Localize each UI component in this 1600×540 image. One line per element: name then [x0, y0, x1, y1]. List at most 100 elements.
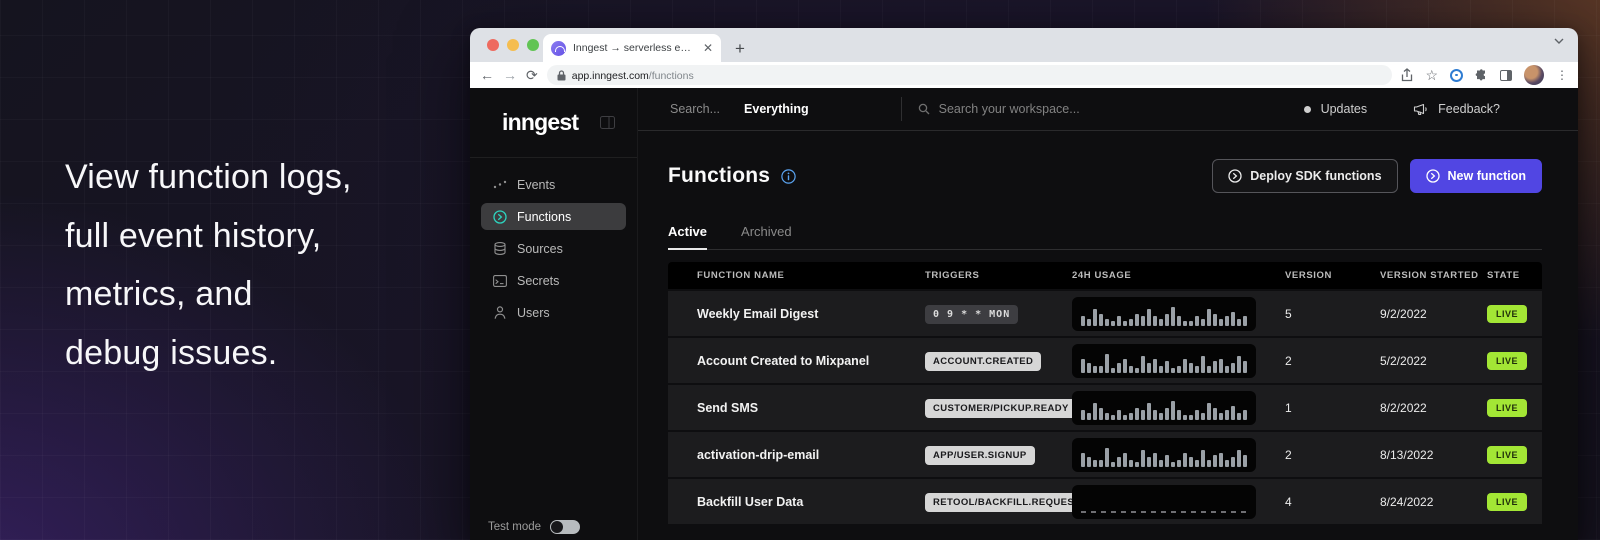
- browser-tab[interactable]: Inngest → serverless event-dri ✕: [543, 34, 721, 62]
- search-icon: [918, 103, 930, 115]
- feedback-link[interactable]: Feedback?: [1438, 102, 1500, 116]
- new-function-button[interactable]: New function: [1410, 159, 1542, 193]
- table-row[interactable]: Account Created to MixpanelACCOUNT.CREAT…: [668, 338, 1542, 383]
- lock-icon: [557, 70, 566, 81]
- close-window-button[interactable]: [487, 39, 499, 51]
- browser-tab-strip: Inngest → serverless event-dri ✕ +: [470, 28, 1578, 62]
- deploy-circle-icon: [1228, 169, 1242, 183]
- table-row[interactable]: Weekly Email Digest0 9 * * MON59/2/2022L…: [668, 291, 1542, 336]
- sidebar-item-users[interactable]: Users: [481, 299, 626, 326]
- topbar-divider: [901, 97, 902, 121]
- test-mode-toggle[interactable]: [550, 520, 580, 534]
- sidebar-item-functions[interactable]: Functions: [481, 203, 626, 230]
- usage-sparkline: [1072, 344, 1256, 378]
- function-name[interactable]: Send SMS: [697, 401, 925, 415]
- search-menu-label[interactable]: Search...: [670, 102, 720, 116]
- browser-menu-icon[interactable]: ⋮: [1556, 68, 1568, 82]
- sidebar-item-label: Sources: [517, 242, 563, 256]
- sidebar-item-label: Secrets: [517, 274, 559, 288]
- function-name[interactable]: Backfill User Data: [697, 495, 925, 509]
- usage-sparkline: [1072, 485, 1256, 519]
- url-box[interactable]: app.inngest.com/functions: [547, 65, 1393, 85]
- minimize-window-button[interactable]: [507, 39, 519, 51]
- usage-sparkline: [1072, 391, 1256, 425]
- hero-line: debug issues.: [65, 324, 352, 383]
- bookmark-star-icon[interactable]: ☆: [1425, 67, 1438, 84]
- version-started-value: 8/24/2022: [1380, 495, 1487, 509]
- usage-sparkline: [1072, 297, 1256, 331]
- url-host: app.inngest.com: [572, 70, 649, 82]
- sidebar: inngest Events Functions Sources Secrets Use…: [470, 88, 638, 540]
- trigger-badge: CUSTOMER/PICKUP.READY: [925, 399, 1077, 418]
- hero-line: metrics, and: [65, 265, 352, 324]
- column-header: VERSION: [1285, 270, 1380, 281]
- trigger-badge: APP/USER.SIGNUP: [925, 446, 1035, 465]
- deploy-sdk-functions-button[interactable]: Deploy SDK functions: [1212, 159, 1397, 193]
- table-row[interactable]: activation-drip-emailAPP/USER.SIGNUP28/1…: [668, 432, 1542, 477]
- users-icon: [492, 306, 507, 319]
- state-live-badge: LIVE: [1487, 399, 1527, 417]
- functions-table: FUNCTION NAMETRIGGERS24H USAGEVERSIONVER…: [668, 262, 1542, 524]
- inngest-favicon-icon: [551, 41, 566, 56]
- trigger-badge: 0 9 * * MON: [925, 305, 1018, 324]
- column-header: TRIGGERS: [925, 270, 1072, 281]
- sidebar-item-label: Users: [517, 306, 550, 320]
- inngest-app: inngest Events Functions Sources Secrets Use…: [470, 88, 1578, 540]
- back-button[interactable]: ←: [480, 68, 494, 82]
- function-name[interactable]: activation-drip-email: [697, 448, 925, 462]
- version-started-value: 9/2/2022: [1380, 307, 1487, 321]
- share-icon[interactable]: [1401, 68, 1413, 82]
- events-icon: [492, 180, 507, 190]
- usage-sparkline: [1072, 438, 1256, 472]
- test-mode-label: Test mode: [488, 521, 541, 533]
- table-row[interactable]: Send SMSCUSTOMER/PICKUP.READY18/2/2022LI…: [668, 385, 1542, 430]
- browser-window: Inngest → serverless event-dri ✕ + ← → ⟳…: [470, 28, 1578, 540]
- sidebar-item-sources[interactable]: Sources: [481, 235, 626, 262]
- extensions-puzzle-icon[interactable]: [1475, 69, 1488, 82]
- info-icon[interactable]: [781, 169, 796, 184]
- search-scope-everything[interactable]: Everything: [744, 102, 809, 116]
- function-name[interactable]: Weekly Email Digest: [697, 307, 925, 321]
- password-manager-icon[interactable]: [1450, 69, 1463, 82]
- hero-line: full event history,: [65, 207, 352, 266]
- collapse-sidebar-icon[interactable]: [600, 116, 615, 129]
- table-body: Weekly Email Digest0 9 * * MON59/2/2022L…: [668, 291, 1542, 524]
- tab-archived[interactable]: Archived: [741, 224, 792, 249]
- profile-avatar[interactable]: [1524, 65, 1544, 85]
- new-tab-button[interactable]: +: [735, 40, 745, 57]
- reload-button[interactable]: ⟳: [526, 68, 538, 82]
- sidebar-item-label: Functions: [517, 210, 571, 224]
- functions-icon: [492, 210, 507, 224]
- function-name[interactable]: Account Created to Mixpanel: [697, 354, 925, 368]
- column-header: VERSION STARTED: [1380, 270, 1487, 281]
- tab-active[interactable]: Active: [668, 224, 707, 250]
- workspace-search-input[interactable]: Search your workspace...: [939, 102, 1080, 116]
- tab-close-icon[interactable]: ✕: [703, 42, 713, 54]
- sources-icon: [492, 242, 507, 255]
- megaphone-icon: [1413, 103, 1428, 116]
- table-row[interactable]: Backfill User DataRETOOL/BACKFILL.REQUES…: [668, 479, 1542, 524]
- column-header: 24H USAGE: [1072, 270, 1285, 281]
- sidebar-item-events[interactable]: Events: [481, 171, 626, 198]
- tab-title: Inngest → serverless event-dri: [573, 42, 696, 54]
- updates-link[interactable]: Updates: [1321, 102, 1368, 116]
- side-panel-icon[interactable]: [1500, 70, 1512, 81]
- state-live-badge: LIVE: [1487, 493, 1527, 511]
- function-tabs: Active Archived: [668, 224, 1542, 250]
- maximize-window-button[interactable]: [527, 39, 539, 51]
- table-header: FUNCTION NAMETRIGGERS24H USAGEVERSIONVER…: [668, 262, 1542, 289]
- updates-dot-icon: [1304, 106, 1311, 113]
- version-started-value: 5/2/2022: [1380, 354, 1487, 368]
- usage-empty-baseline: [1081, 511, 1247, 513]
- column-header: FUNCTION NAME: [697, 270, 925, 281]
- browser-address-bar: ← → ⟳ app.inngest.com/functions ☆ ⋮: [470, 62, 1578, 88]
- secrets-icon: [492, 275, 507, 287]
- forward-button[interactable]: →: [503, 68, 517, 82]
- chevron-down-icon[interactable]: [1554, 38, 1564, 45]
- version-value: 4: [1285, 495, 1380, 509]
- inngest-logo: inngest: [502, 109, 578, 136]
- page-background: View function logs, full event history, …: [0, 0, 1600, 540]
- state-live-badge: LIVE: [1487, 305, 1527, 323]
- sidebar-item-secrets[interactable]: Secrets: [481, 267, 626, 294]
- window-controls[interactable]: [487, 39, 539, 51]
